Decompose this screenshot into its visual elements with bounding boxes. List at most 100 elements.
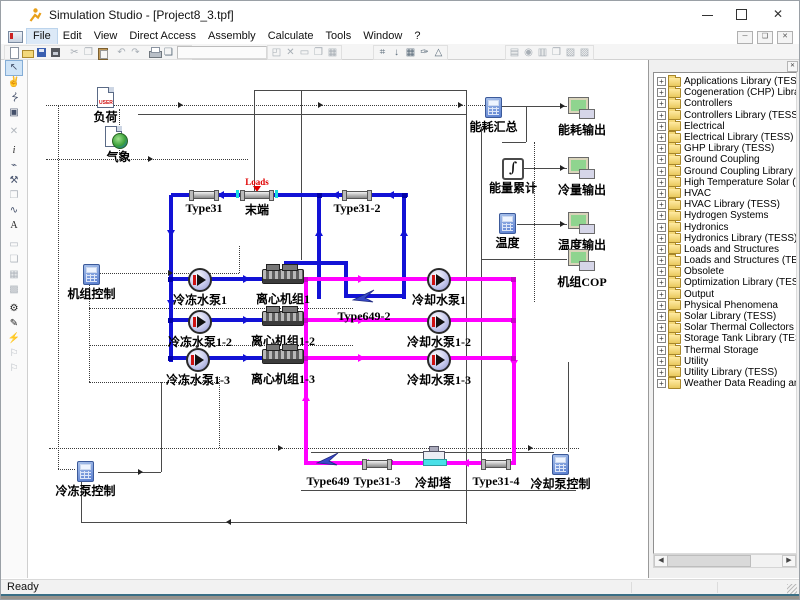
text-tool-icon[interactable]: A [6,219,22,233]
info-link[interactable] [138,114,466,115]
expand-icon[interactable] [657,144,666,153]
expand-icon[interactable] [657,234,666,243]
component-chiller1[interactable]: 离心机组1 [262,264,304,284]
pipe-cooling-water[interactable] [301,277,516,281]
save-all-icon[interactable] [49,46,62,59]
component-type649-2[interactable]: Type649-2 [352,287,376,305]
component-temp-out[interactable]: 温度输出 [569,213,595,234]
component-type649[interactable]: Type649 [316,450,340,468]
menu-file[interactable]: File [27,29,57,44]
info-link[interactable] [301,90,302,260]
info-link[interactable] [254,90,466,91]
component-cooling-tower[interactable]: 冷却塔 [421,446,445,466]
plug-tool-icon[interactable]: ⌁ [6,159,22,173]
layout-2-icon[interactable]: ◉ [522,46,535,59]
close-window-icon[interactable]: ✕ [284,46,297,59]
component-energy-acc[interactable]: ∫ 能量累计 [502,158,524,180]
link-curve-tool-icon[interactable]: ∿ [6,204,22,218]
pipe-cooling-water[interactable] [301,356,516,360]
menu-direct-access[interactable]: Direct Access [123,29,202,44]
layout-6-icon[interactable]: ▨ [578,46,591,59]
paste-icon[interactable] [96,46,109,59]
expand-icon[interactable] [657,200,666,209]
menu-tools[interactable]: Tools [320,29,358,44]
component-weather[interactable]: 气象 [105,126,122,147]
info-link[interactable] [481,259,567,260]
info-link[interactable] [526,106,527,142]
scroll-right-icon[interactable]: ▶ [782,555,796,567]
mdi-restore-icon[interactable]: ❑ [757,31,773,44]
open-icon[interactable] [21,46,34,59]
info-link[interactable] [568,362,569,452]
expand-icon[interactable] [657,211,666,220]
component-cw-pump2[interactable]: 冷却水泵1-2 [427,310,451,334]
component-chiller3[interactable]: 离心机组1-3 [262,344,304,364]
flag-tool-2-icon[interactable]: ⚐ [6,362,22,376]
control-link[interactable] [46,159,248,160]
expand-icon[interactable] [657,133,666,142]
control-link[interactable] [58,469,75,470]
layout-3-icon[interactable]: ▥ [536,46,549,59]
expand-icon[interactable] [657,357,666,366]
frame-tool-2-icon[interactable]: ❏ [6,253,22,267]
component-unit-cop[interactable]: 机组COP [569,250,595,271]
expand-icon[interactable] [657,323,666,332]
run-simulation-icon[interactable]: ⚡ [6,332,22,346]
select-tool-icon[interactable]: ↖ [6,61,22,75]
control-link[interactable] [89,308,353,309]
link-tool-icon[interactable]: ⌗ [376,46,389,59]
expand-icon[interactable] [657,189,666,198]
menu-view[interactable]: View [88,29,124,44]
maximize-button[interactable] [725,1,759,28]
pipe-chilled-water[interactable] [402,195,406,299]
expand-icon[interactable] [657,368,666,377]
layout-1-icon[interactable]: ▤ [508,46,521,59]
menu-window[interactable]: Window [357,29,408,44]
component-type31-4[interactable]: Type31-4 [482,460,510,468]
close-button[interactable] [761,1,795,28]
component-unit-control[interactable]: 机组控制 [83,264,100,285]
layout-5-icon[interactable]: ▧ [564,46,577,59]
component-cw-pump-control[interactable]: 冷却泵控制 [552,454,569,475]
expand-icon[interactable] [657,267,666,276]
undo-icon[interactable]: ↶ [115,46,128,59]
assembly-canvas[interactable]: USER 负荷 气象 Type31 Loads 末端 Type31-2 机组控制 [28,60,647,578]
redo-icon[interactable]: ↷ [129,46,142,59]
expand-icon[interactable] [657,278,666,287]
layout-4-icon[interactable]: ❒ [550,46,563,59]
info-link[interactable] [161,382,162,472]
info-link[interactable] [481,127,482,462]
expand-icon[interactable] [657,122,666,131]
stamp-tool-icon[interactable]: ❐ [6,189,22,203]
component-chw-pump2[interactable]: 冷冻水泵1-2 [188,310,212,334]
component-chw-pump-control[interactable]: 冷冻泵控制 [77,461,94,482]
expand-icon[interactable] [657,312,666,321]
wrench-tool-icon[interactable]: ⚒ [6,174,22,188]
info-link[interactable] [98,472,161,473]
library-tree[interactable]: Applications Library (TESS) Cogeneration… [653,72,797,554]
expand-icon[interactable] [657,346,666,355]
scroll-left-icon[interactable]: ◀ [654,555,668,567]
delete-tool-icon[interactable]: ✕ [6,125,22,139]
menu-calculate[interactable]: Calculate [262,29,320,44]
info-tool-icon[interactable]: i [6,144,22,158]
expand-icon[interactable] [657,379,666,388]
pipe-chilled-water[interactable] [317,195,321,299]
component-type31[interactable]: Type31 [190,191,218,199]
copy-icon[interactable]: ❐ [82,46,95,59]
expand-icon[interactable] [657,223,666,232]
tile-vertical-icon[interactable]: ❐ [312,46,325,59]
resize-grip[interactable] [787,584,797,594]
expand-icon[interactable] [657,301,666,310]
info-link[interactable] [81,522,466,523]
cut-icon[interactable]: ✂ [68,46,81,59]
tree-item[interactable]: Weather Data Reading and Process [654,378,796,389]
expand-icon[interactable] [657,167,666,176]
control-link[interactable] [534,142,535,302]
expand-icon[interactable] [657,77,666,86]
component-energy-sum[interactable]: 能耗汇总 [485,97,502,118]
frame-tool-3-icon[interactable]: ▦ [6,268,22,282]
mdi-close-icon[interactable]: ✕ [777,31,793,44]
download-icon[interactable]: ↓ [390,46,403,59]
component-cw-pump3[interactable]: 冷却水泵1-3 [427,348,451,372]
